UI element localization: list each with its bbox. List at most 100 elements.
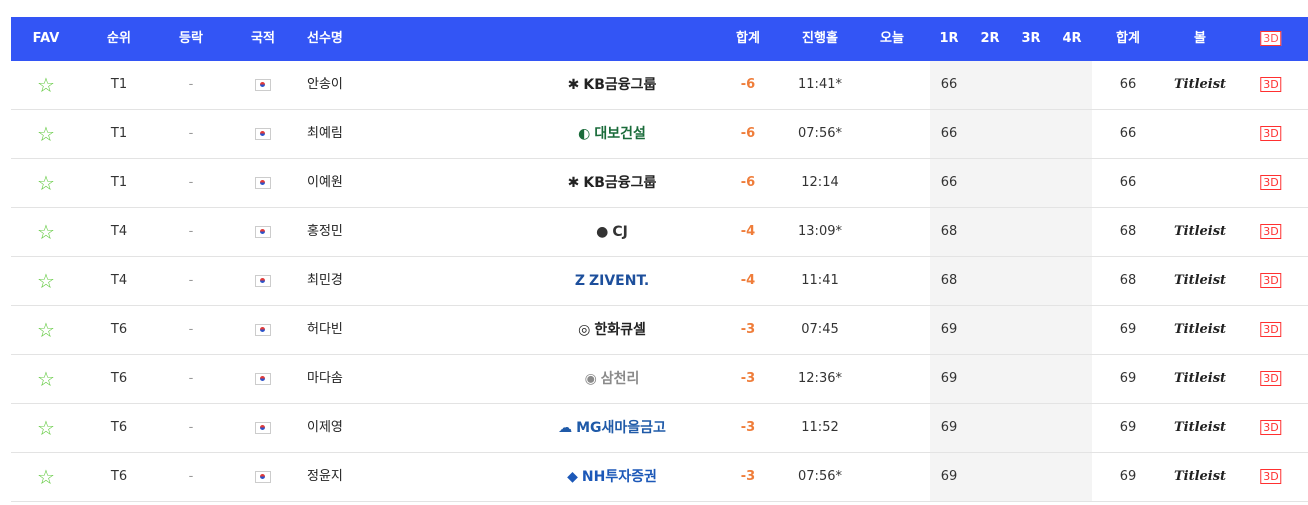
three-d-cell[interactable]: 3D bbox=[1260, 355, 1282, 403]
total-score: -6 bbox=[740, 175, 756, 190]
player-name[interactable]: 정윤지 bbox=[307, 453, 343, 501]
player-name[interactable]: 홍정민 bbox=[307, 208, 343, 256]
sponsor-cell: ✱ KB금융그룹 bbox=[568, 61, 657, 109]
star-icon[interactable]: ☆ bbox=[37, 465, 55, 489]
star-icon[interactable]: ☆ bbox=[37, 416, 55, 440]
three-d-cell[interactable]: 3D bbox=[1260, 453, 1282, 501]
three-d-button[interactable]: 3D bbox=[1260, 371, 1282, 386]
table-row[interactable]: ☆ T6 - 허다빈 ◎ 한화큐셀 -3 07:45 69 69 Titleist… bbox=[11, 306, 1308, 355]
fav-cell[interactable]: ☆ bbox=[37, 355, 55, 403]
three-d-cell[interactable]: 3D bbox=[1260, 257, 1282, 305]
header-player[interactable]: 선수명 bbox=[307, 17, 343, 61]
rank-cell: T4 bbox=[110, 224, 128, 239]
rank-cell: T1 bbox=[110, 126, 128, 141]
player-name[interactable]: 마다솜 bbox=[307, 355, 343, 403]
sponsor-logo: ◉ 삼천리 bbox=[585, 355, 640, 403]
player-name[interactable]: 이제영 bbox=[307, 404, 343, 452]
star-icon[interactable]: ☆ bbox=[37, 73, 55, 97]
star-icon[interactable]: ☆ bbox=[37, 367, 55, 391]
total-score: -4 bbox=[740, 273, 756, 288]
header-r3: 3R bbox=[1021, 31, 1041, 46]
three-d-button[interactable]: 3D bbox=[1260, 224, 1282, 239]
table-body: ☆ T1 - 안송이 ✱ KB금융그룹 -6 11:41* 66 66 Title… bbox=[11, 61, 1308, 502]
hole-cell: 12:14 bbox=[801, 175, 839, 190]
fav-cell[interactable]: ☆ bbox=[37, 208, 55, 256]
star-icon[interactable]: ☆ bbox=[37, 220, 55, 244]
sponsor-logo: ◆ NH투자증권 bbox=[567, 453, 657, 501]
table-row[interactable]: ☆ T1 - 안송이 ✱ KB금융그룹 -6 11:41* 66 66 Title… bbox=[11, 61, 1308, 110]
star-icon[interactable]: ☆ bbox=[37, 269, 55, 293]
three-d-button[interactable]: 3D bbox=[1260, 273, 1282, 288]
player-name[interactable]: 허다빈 bbox=[307, 306, 343, 354]
korea-flag-icon bbox=[255, 421, 271, 434]
hole-cell: 13:09* bbox=[798, 224, 842, 239]
leaderboard: FAV 순위 등락 국적 선수명 합계 진행홀 오늘 1R 2R 3R 4R 합… bbox=[0, 0, 1308, 502]
fav-cell[interactable]: ☆ bbox=[37, 306, 55, 354]
table-row[interactable]: ☆ T1 - 이예원 ✱ KB금융그룹 -6 12:14 66 66 3D bbox=[11, 159, 1308, 208]
sum-score: 69 bbox=[1119, 420, 1137, 435]
sponsor-cell: Z ZIVENT. bbox=[575, 257, 649, 305]
star-icon[interactable]: ☆ bbox=[37, 318, 55, 342]
sponsor-logo: ✱ KB금융그룹 bbox=[568, 159, 657, 207]
three-d-button[interactable]: 3D bbox=[1260, 126, 1282, 141]
sponsor-mark-icon: ◆ bbox=[567, 469, 578, 485]
three-d-cell[interactable]: 3D bbox=[1260, 110, 1282, 158]
three-d-button[interactable]: 3D bbox=[1260, 77, 1282, 92]
fav-cell[interactable]: ☆ bbox=[37, 110, 55, 158]
fav-cell[interactable]: ☆ bbox=[37, 404, 55, 452]
r1-score: 68 bbox=[940, 224, 958, 239]
nation-cell bbox=[255, 257, 271, 305]
header-total[interactable]: 합계 bbox=[736, 17, 760, 61]
three-d-cell[interactable]: 3D bbox=[1260, 159, 1282, 207]
table-row[interactable]: ☆ T4 - 최민경 Z ZIVENT. -4 11:41 68 68 Title… bbox=[11, 257, 1308, 306]
player-name[interactable]: 최민경 bbox=[307, 257, 343, 305]
three-d-button[interactable]: 3D bbox=[1260, 175, 1282, 190]
three-d-button[interactable]: 3D bbox=[1260, 469, 1282, 484]
sponsor-name: 대보건설 bbox=[594, 126, 646, 142]
header-rank[interactable]: 순위 bbox=[107, 17, 131, 61]
star-icon[interactable]: ☆ bbox=[37, 122, 55, 146]
three-d-cell[interactable]: 3D bbox=[1260, 404, 1282, 452]
korea-flag-icon bbox=[255, 470, 271, 483]
table-row[interactable]: ☆ T6 - 마다솜 ◉ 삼천리 -3 12:36* 69 69 Titleist… bbox=[11, 355, 1308, 404]
star-icon[interactable]: ☆ bbox=[37, 171, 55, 195]
table-row[interactable]: ☆ T6 - 이제영 ☁ MG새마을금고 -3 11:52 69 69 Title… bbox=[11, 404, 1308, 453]
sum-score: 66 bbox=[1119, 77, 1137, 92]
three-d-cell[interactable]: 3D bbox=[1260, 208, 1282, 256]
sum-score: 69 bbox=[1119, 322, 1137, 337]
korea-flag-icon bbox=[255, 176, 271, 189]
sponsor-cell: ● CJ bbox=[596, 208, 628, 256]
sponsor-mark-icon: ● bbox=[596, 224, 609, 240]
total-score: -6 bbox=[740, 126, 756, 141]
fav-cell[interactable]: ☆ bbox=[37, 257, 55, 305]
ball-brand: Titleist bbox=[1173, 371, 1227, 386]
sponsor-logo: ● CJ bbox=[596, 208, 628, 256]
r1-score: 66 bbox=[940, 175, 958, 190]
three-d-button[interactable]: 3D bbox=[1260, 322, 1282, 337]
r1-score: 66 bbox=[940, 77, 958, 92]
header-ball: 볼 bbox=[1194, 31, 1206, 46]
sponsor-name: KB금융그룹 bbox=[583, 77, 657, 93]
rank-cell: T6 bbox=[110, 420, 128, 435]
sum-score: 69 bbox=[1119, 371, 1137, 386]
sponsor-cell: ◐ 대보건설 bbox=[578, 110, 646, 158]
three-d-cell[interactable]: 3D bbox=[1260, 61, 1282, 109]
player-name[interactable]: 최예림 bbox=[307, 110, 343, 158]
fav-cell[interactable]: ☆ bbox=[37, 61, 55, 109]
hole-cell: 07:45 bbox=[801, 322, 839, 337]
nation-cell bbox=[255, 110, 271, 158]
player-name[interactable]: 이예원 bbox=[307, 159, 343, 207]
player-name[interactable]: 안송이 bbox=[307, 61, 343, 109]
three-d-button[interactable]: 3D bbox=[1260, 420, 1282, 435]
table-row[interactable]: ☆ T4 - 홍정민 ● CJ -4 13:09* 68 68 Titleist … bbox=[11, 208, 1308, 257]
korea-flag-icon bbox=[255, 372, 271, 385]
fav-cell[interactable]: ☆ bbox=[37, 159, 55, 207]
table-row[interactable]: ☆ T1 - 최예림 ◐ 대보건설 -6 07:56* 66 66 3D bbox=[11, 110, 1308, 159]
korea-flag-icon bbox=[255, 225, 271, 238]
three-d-cell[interactable]: 3D bbox=[1260, 306, 1282, 354]
rank-cell: T6 bbox=[110, 469, 128, 484]
fav-cell[interactable]: ☆ bbox=[37, 453, 55, 501]
sponsor-mark-icon: Z bbox=[574, 273, 585, 289]
header-r1: 1R bbox=[939, 31, 959, 46]
sponsor-logo: ◎ 한화큐셀 bbox=[578, 306, 646, 354]
